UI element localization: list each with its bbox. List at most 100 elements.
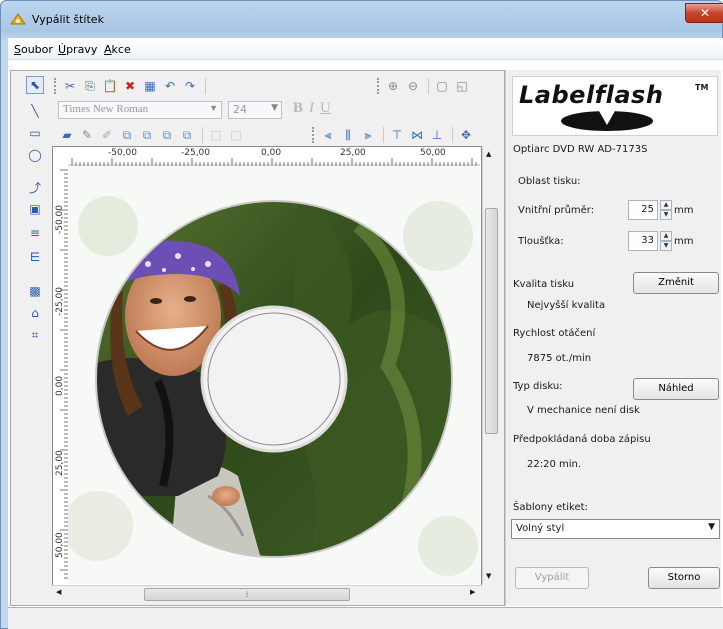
chevron-down-icon: ▼ (708, 522, 715, 532)
send-back-icon[interactable]: ⧉ (178, 126, 196, 144)
ruler-label: -25,00 (55, 286, 65, 316)
vertical-scrollbar[interactable]: ▲ ▼ (482, 148, 499, 584)
cut-icon[interactable]: ✂ (61, 77, 79, 95)
toolbar-grip (54, 78, 57, 94)
ruler-label: 50,00 (55, 532, 65, 558)
menu-soubor[interactable]: Soubor (14, 43, 53, 56)
fit-page-icon[interactable]: ◱ (453, 77, 471, 95)
fill-color-icon[interactable]: ▰ (58, 126, 76, 144)
toolbar-separator (202, 127, 203, 143)
unit-label: mm (674, 205, 694, 216)
drive-name: Optiarc DVD RW AD-7173S (513, 144, 648, 155)
speed-label: Rychlost otáčení (513, 328, 596, 339)
toolbar-objects: ▰ ✎ ✐ ⧉ ⧉ ⧉ ⧉ ⬚ ⬚ (58, 124, 247, 146)
align-middle-icon[interactable]: ⋈ (408, 126, 426, 144)
toolbar-grip (312, 127, 315, 143)
labelflash-logo: Labelflash TM (512, 76, 718, 136)
align-left-icon[interactable]: ⫷ (319, 126, 337, 144)
thickness-stepper[interactable]: ▲ ▼ (660, 231, 672, 251)
clipart-tool-icon[interactable]: ⌂ (26, 304, 44, 322)
paste-icon[interactable]: 📋 (101, 77, 119, 95)
scroll-right-icon[interactable]: ▶ (470, 588, 475, 596)
quality-label: Kvalita tisku (513, 279, 575, 290)
bring-front-icon[interactable]: ⧉ (118, 126, 136, 144)
horizontal-scroll-thumb[interactable]: ⁞ (144, 588, 350, 601)
text-tool-icon[interactable]: ▣ (26, 200, 44, 218)
time-label: Předpokládaná doba zápisu (513, 434, 651, 445)
align-top-icon[interactable]: ⊤ (388, 126, 406, 144)
disc-hub (200, 305, 348, 453)
zoom-in-icon[interactable]: ⊕ (384, 77, 402, 95)
send-backward-icon[interactable]: ⧉ (158, 126, 176, 144)
thickness-input[interactable]: 33 (628, 231, 658, 251)
ruler-label: -50,00 (55, 204, 65, 234)
scroll-left-icon[interactable]: ◀ (56, 588, 61, 596)
menu-bar: Soubor Úpravy Akce (8, 38, 723, 60)
stepper-up-icon[interactable]: ▲ (660, 200, 672, 210)
crop-tool-icon[interactable]: ⌗ (26, 326, 44, 344)
stepper-down-icon[interactable]: ▼ (660, 241, 672, 251)
font-size-select[interactable]: 24 ▼ (228, 101, 282, 119)
paragraph-tool-icon[interactable]: ≡ (26, 224, 44, 242)
select-tool-icon[interactable]: ⬉ (26, 76, 44, 94)
app-icon (10, 13, 26, 25)
scroll-up-icon[interactable]: ▲ (486, 150, 491, 158)
group-icon[interactable]: ⬚ (207, 126, 225, 144)
close-button[interactable]: ✕ (685, 3, 723, 23)
italic-button[interactable]: I (309, 100, 314, 117)
brush-icon[interactable]: ✐ (98, 126, 116, 144)
curve-tool-icon[interactable]: ⤴ (26, 178, 44, 196)
page-icon[interactable]: ▢ (433, 77, 451, 95)
pen-icon[interactable]: ✎ (78, 126, 96, 144)
toolbar-separator (452, 127, 453, 143)
align-right-icon[interactable]: ⫸ (359, 126, 377, 144)
arc-text-tool-icon[interactable]: ⋿ (26, 248, 44, 266)
stepper-up-icon[interactable]: ▲ (660, 231, 672, 241)
bold-button[interactable]: B (293, 100, 303, 117)
inner-diameter-stepper[interactable]: ▲ ▼ (660, 200, 672, 220)
align-bottom-icon[interactable]: ⊥ (428, 126, 446, 144)
underline-button[interactable]: U (320, 100, 331, 117)
zoom-out-icon[interactable]: ⊖ (404, 77, 422, 95)
disc-preview[interactable] (68, 166, 480, 584)
image-tool-icon[interactable]: ▩ (26, 282, 44, 300)
title-bar[interactable]: Vypálit štítek ✕ (1, 1, 723, 39)
font-family-value: Times New Roman (63, 103, 149, 115)
cancel-button[interactable]: Storno (648, 567, 720, 589)
scroll-down-icon[interactable]: ▼ (486, 572, 491, 580)
change-quality-button[interactable]: Změnit (633, 272, 719, 294)
vertical-scroll-thumb[interactable] (485, 208, 498, 434)
toolbar-separator (428, 78, 429, 94)
center-disc-icon[interactable]: ✥ (457, 126, 475, 144)
bring-forward-icon[interactable]: ⧉ (138, 126, 156, 144)
font-family-select[interactable]: Times New Roman ▼ (58, 101, 222, 119)
font-size-value: 24 (233, 103, 247, 116)
properties-icon[interactable]: ▦ (141, 77, 159, 95)
ellipse-tool-icon[interactable]: ◯ (26, 146, 44, 164)
line-tool-icon[interactable]: ╲ (26, 102, 44, 120)
horizontal-scrollbar[interactable]: ◀ ⁞ ▶ (52, 585, 482, 602)
text-style-buttons: B I U (293, 100, 331, 117)
quality-value: Nejvyšší kvalita (527, 300, 606, 311)
rectangle-tool-icon[interactable]: ▭ (26, 124, 44, 142)
burn-button[interactable]: Vypálit (515, 567, 589, 589)
undo-icon[interactable]: ↶ (161, 77, 179, 95)
inner-diameter-input[interactable]: 25 (628, 200, 658, 220)
menu-upravy[interactable]: Úpravy (58, 43, 97, 56)
ungroup-icon[interactable]: ⬚ (227, 126, 245, 144)
delete-icon[interactable]: ✖ (121, 77, 139, 95)
align-center-icon[interactable]: ⫼ (339, 126, 357, 144)
menu-akce[interactable]: Akce (104, 43, 131, 56)
copy-icon[interactable]: ⎘ (81, 77, 99, 95)
time-value: 22:20 min. (527, 459, 582, 470)
unit-label: mm (674, 236, 694, 247)
preview-button[interactable]: Náhled (633, 378, 719, 400)
redo-icon[interactable]: ↷ (181, 77, 199, 95)
left-toolbox: ⬉ ╲ ▭ ◯ ⤴ ▣ ≡ ⋿ ▩ ⌂ ⌗ (12, 72, 44, 372)
disc-type-value: V mechanice není disk (527, 405, 640, 416)
chevron-down-icon: ▼ (209, 103, 218, 113)
toolbar-edit: ✂ ⎘ 📋 ✖ ▦ ↶ ↷ (52, 75, 210, 97)
template-select[interactable]: Volný styl ▼ (511, 519, 720, 539)
print-area-label: Oblast tisku: (518, 176, 581, 187)
stepper-down-icon[interactable]: ▼ (660, 210, 672, 220)
